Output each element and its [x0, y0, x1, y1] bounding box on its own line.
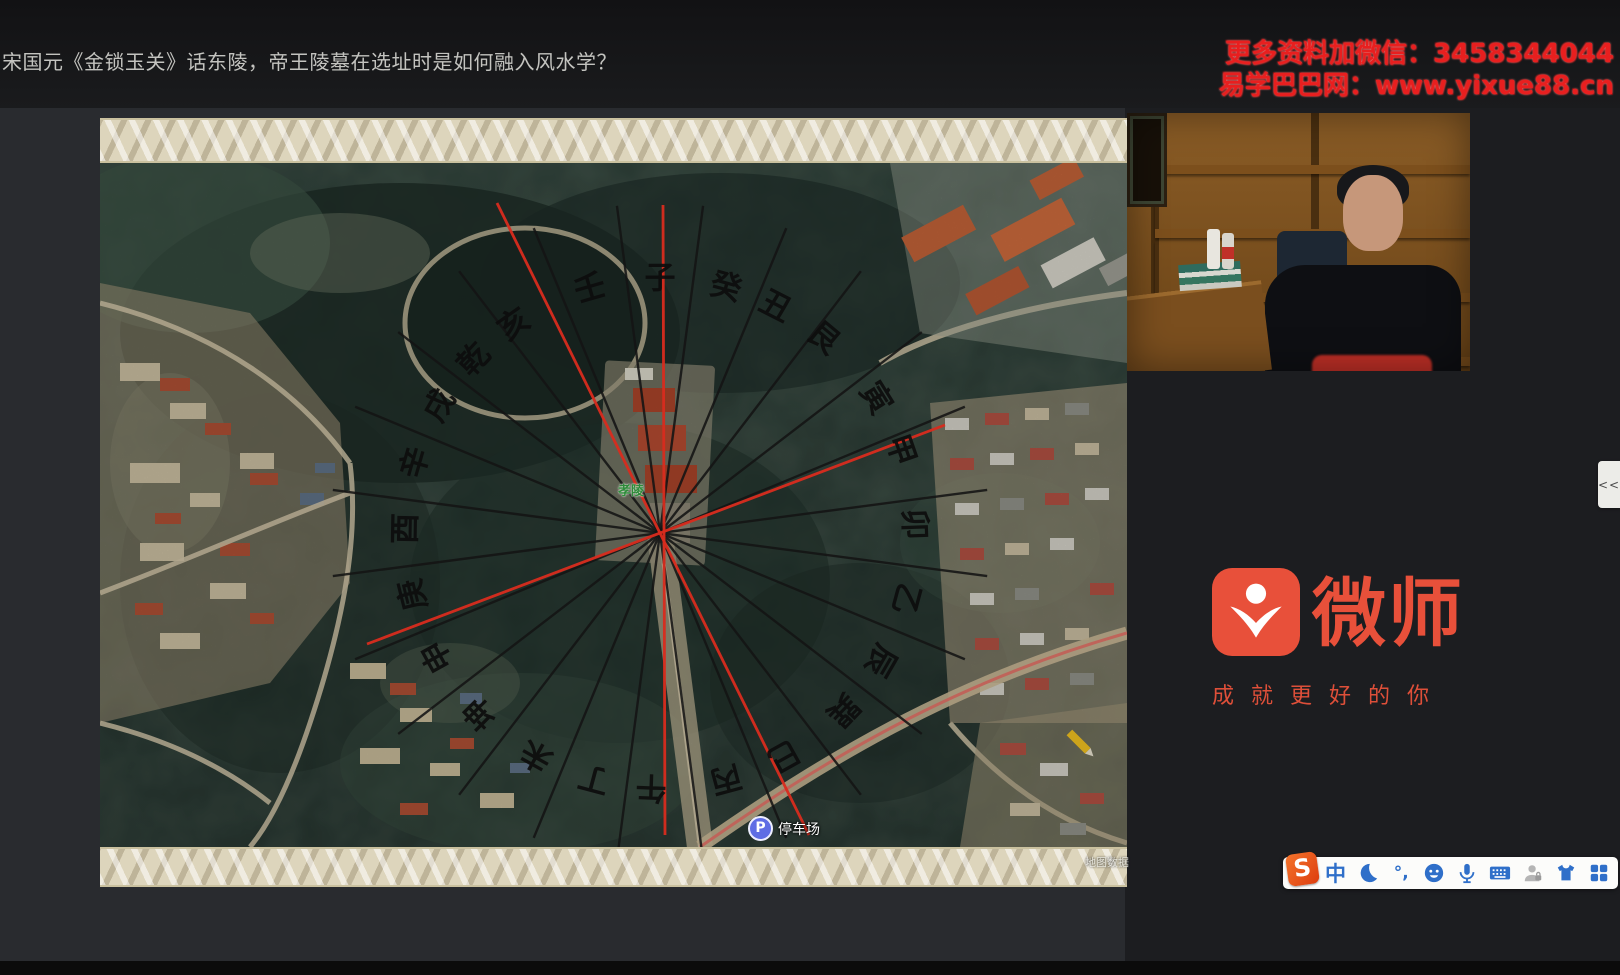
ornamental-border-top	[100, 118, 1127, 163]
fengshui-map-panel: 子癸丑艮寅甲卯乙辰巽巳丙午丁未坤申庚酉辛戌乾亥壬 孝陵 P 停车场 地图数据	[100, 118, 1127, 887]
compass-mountain-label: 巳	[761, 732, 806, 779]
compass-mountain-label: 申	[414, 634, 461, 679]
compass-mountain-label: 辰	[857, 638, 904, 683]
soft-keyboard-button[interactable]	[1484, 859, 1515, 887]
compass-mountain-label: 卯	[896, 508, 933, 540]
weishi-logo-icon	[1212, 568, 1300, 660]
emoji-button[interactable]	[1419, 859, 1450, 887]
weishi-brand: 微师 成就更好的你	[1212, 568, 1512, 710]
toolbox-grid-button[interactable]	[1583, 859, 1614, 887]
voice-mic-button[interactable]	[1452, 859, 1483, 887]
compass-mountain-label: 癸	[706, 266, 745, 309]
half-moon-button[interactable]	[1353, 859, 1384, 887]
ornamental-border-bottom	[100, 847, 1127, 887]
compass-mountain-label: 酉	[387, 513, 424, 545]
brand-name: 微师	[1312, 570, 1464, 658]
compass-mountain-label: 艮	[800, 314, 848, 362]
compass-mountain-label: 未	[514, 732, 559, 779]
sidebar-collapse-handle[interactable]: <<	[1598, 461, 1620, 508]
promo-text: 更多资料加微信：3458344044 易学巴巴网：www.yixue88.cn	[1219, 38, 1614, 102]
compass-overlay: 子癸丑艮寅甲卯乙辰巽巳丙午丁未坤申庚酉辛戌乾亥壬	[100, 163, 1127, 847]
sogou-logo-button[interactable]: S	[1287, 859, 1318, 887]
webinar-player: 宋国元《金锁玉关》话东陵，帝王陵墓在选址时是如何融入风水学？ 更多资料加微信：3…	[0, 0, 1620, 975]
vignette	[1127, 113, 1470, 371]
compass-mountain-label: 乙	[884, 579, 927, 618]
punctuation-button[interactable]: °,	[1386, 859, 1417, 887]
video-title: 宋国元《金锁玉关》话东陵，帝王陵墓在选址时是如何融入风水学？	[2, 46, 617, 75]
compass-mountain-label: 寅	[852, 375, 899, 420]
compass-mountain-label: 壬	[570, 267, 610, 310]
presenter-webcam-video	[1127, 113, 1470, 371]
promo-wechat: 更多资料加微信：3458344044	[1219, 38, 1614, 70]
compass-mountain-label: 坤	[456, 689, 503, 736]
satellite-map: 子癸丑艮寅甲卯乙辰巽巳丙午丁未坤申庚酉辛戌乾亥壬	[100, 163, 1127, 847]
compass-mountain-label: 辛	[394, 443, 437, 483]
ime-toolbar[interactable]: S中 °,	[1283, 857, 1618, 889]
promo-website: 易学巴巴网：www.yixue88.cn	[1219, 70, 1614, 102]
compass-mountain-label: 戌	[416, 383, 463, 428]
compass-mountain-label: 丙	[706, 757, 745, 800]
compass-mountain-label: 子	[645, 261, 676, 297]
compass-mountain-label: 庚	[392, 575, 434, 614]
compass-mountain-label: 丁	[574, 757, 613, 800]
skin-shirt-button[interactable]	[1550, 859, 1581, 887]
map-label-xiaoling: 孝陵	[618, 480, 644, 499]
top-bar: 宋国元《金锁玉关》话东陵，帝王陵墓在选址时是如何融入风水学？ 更多资料加微信：3…	[0, 0, 1620, 108]
brand-slogan: 成就更好的你	[1212, 678, 1512, 710]
account-button[interactable]	[1517, 859, 1548, 887]
parking-icon: P	[748, 816, 773, 841]
compass-mountain-label: 午	[635, 769, 667, 806]
compass-mountain-label: 亥	[491, 301, 537, 348]
chinese-mode-button[interactable]: 中	[1320, 859, 1351, 887]
map-attribution: 地图数据	[1085, 854, 1129, 870]
parking-label: 停车场	[778, 819, 820, 839]
bottom-letterbox	[0, 961, 1620, 975]
map-label-parking: P 停车场	[748, 816, 820, 841]
compass-mountain-label: 巽	[819, 686, 866, 733]
